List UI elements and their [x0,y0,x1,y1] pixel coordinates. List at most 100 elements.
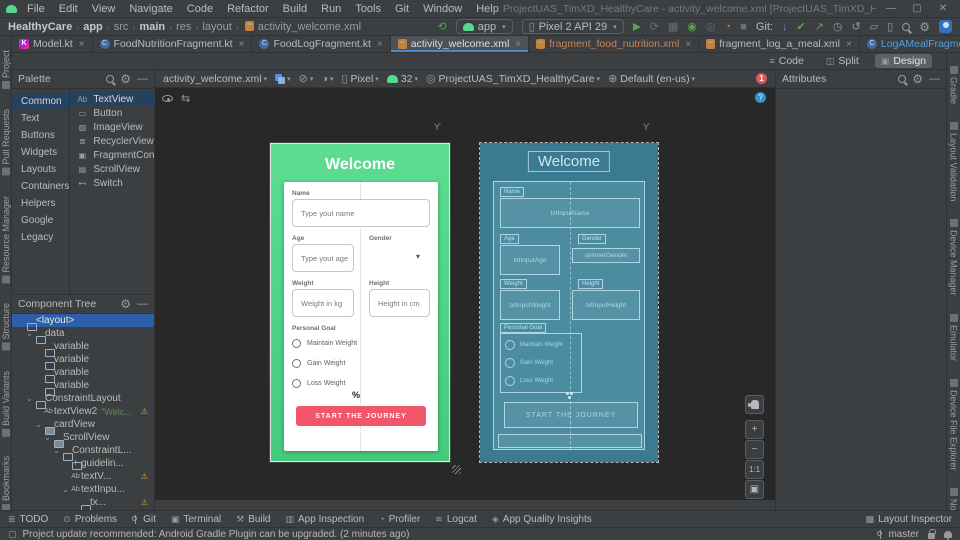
tool-tab-device-manager[interactable]: Device Manager [949,219,959,296]
goal-radio-blueprint-loss-weight[interactable]: Loss Weight [501,372,581,390]
tab-fragment-log-a-meal-xml[interactable]: fragment_log_a_meal.xml × [699,36,860,52]
device-for-preview-dropdown[interactable]: ▯ Pixel ▾ [342,70,379,88]
gear-icon[interactable]: ⚙ [120,73,131,85]
profile-avatar[interactable] [939,20,952,33]
hide-panel-icon[interactable]: — [929,73,940,85]
tool-window-build[interactable]: ⚒ Build [236,514,270,525]
gender-label[interactable]: Gender [369,235,392,242]
goal-radio-blueprint-gain-weight[interactable]: Gain Weight [501,354,581,372]
error-count-badge[interactable]: 1 [756,73,767,84]
radio-button-icon[interactable] [505,340,515,350]
expander-icon[interactable]: ⌄ [25,394,34,403]
blueprint-form-card[interactable]: Name txtInputName Age txtInputAge Gender… [493,181,645,450]
search-icon[interactable] [898,75,907,83]
notifications-bell-icon[interactable] [944,530,952,540]
hide-panel-icon[interactable]: — [137,73,148,85]
name-input-blueprint[interactable]: txtInputName [500,198,640,228]
design-file-dropdown[interactable]: activity_welcome.xml ▾ [163,73,267,85]
tree-node-textview2[interactable]: Ab textView2 "Welc... ⚠ [12,405,154,418]
palette-item-scrollview[interactable]: ▤ ScrollView [70,162,162,176]
close-icon[interactable]: × [685,39,691,50]
breadcrumb-item-src[interactable]: src [114,21,129,33]
night-mode-dropdown[interactable]: ◑ ▾ [321,70,333,88]
layout-inspector-tab[interactable]: ▩ Layout Inspector [866,514,952,525]
profiler-icon[interactable]: ◔ [725,18,732,36]
palette-item-textview[interactable]: Ab TextView [70,92,163,106]
progress-indicator-blueprint[interactable] [566,392,569,395]
tree-node-scrollview[interactable]: ⌄ ScrollView [12,431,154,448]
form-card[interactable]: Name Type yout name Age Type yout age Ge… [284,182,438,451]
height-input-blueprint[interactable]: txtInputHeight [572,290,640,320]
palette-category-buttons[interactable]: Buttons [12,127,69,144]
tool-window-app-inspection[interactable]: ▥ App Inspection [285,514,364,525]
radio-button-icon[interactable] [292,358,301,368]
orientation-dropdown[interactable]: ⊘ ▾ [299,70,314,88]
debug-icon[interactable]: ◉ [687,18,697,36]
gradle-sync-icon[interactable]: ⟲ [437,18,446,36]
tree-node-textv[interactable]: AbtextV... ⚠ [12,470,154,483]
status-message[interactable]: Project update recommended: Android Grad… [23,529,410,540]
goal-radio-loss-weight[interactable]: Loss Weight [292,373,357,393]
tool-tab-bookmarks[interactable]: Bookmarks [1,456,11,513]
breadcrumb-item-healthycare[interactable]: HealthyCare [8,21,72,33]
tree-node-cardview[interactable]: ⌄ cardView [12,418,154,435]
palette-item-switch[interactable]: ⊷ Switch [70,176,162,190]
gender-label-blueprint[interactable]: Gender [578,234,607,244]
weight-input-blueprint[interactable]: txtInputWeight [500,290,560,320]
settings-gear-icon[interactable]: ⚙ [919,21,930,33]
zoom-ratio-button[interactable]: 1:1 [745,460,764,479]
locale-dropdown[interactable]: ⊕ Default (en-us) ▾ [608,70,695,88]
menu-edit[interactable]: Edit [59,3,78,15]
pan-mode-icon[interactable]: ⇆ [181,90,190,108]
age-input-blueprint[interactable]: txtInputAge [500,245,560,275]
tool-window-problems[interactable]: ⊙ Problems [63,514,117,525]
progress-indicator[interactable]: % [352,390,360,400]
device-dropdown[interactable]: ▯ Pixel 2 API 29 ▾ [521,19,624,34]
run-button[interactable] [632,22,641,31]
welcome-title-text[interactable]: Welcome [271,156,449,174]
tab-foodlogfragment-kt[interactable]: C FoodLogFragment.kt × [252,36,391,52]
apply-code-changes-icon[interactable]: ▦ [668,18,678,36]
gender-spinner[interactable]: ▾ [416,252,420,261]
minimize-button[interactable]: — [880,3,902,14]
menu-build[interactable]: Build [283,3,307,15]
radio-button-icon[interactable] [292,338,301,348]
age-label-blueprint[interactable]: Age [500,234,519,244]
tool-tab-gradle[interactable]: Gradle [949,66,959,104]
surface-select-dropdown[interactable]: ▾ [275,73,291,84]
close-icon[interactable]: × [515,39,521,50]
close-icon[interactable]: × [846,39,852,50]
weight-input[interactable]: Weight in kg [292,289,354,317]
expander-icon[interactable]: ⌄ [61,485,70,494]
palette-category-legacy[interactable]: Legacy [12,229,69,246]
tool-window-todo[interactable]: ≣ TODO [8,514,48,525]
breadcrumb-item-app[interactable]: app [83,21,103,33]
tab-model-kt[interactable]: K Model.kt × [12,36,93,52]
api-version-dropdown[interactable]: 32 ▾ [386,73,418,85]
zoom-fit-button[interactable]: ▣ [745,480,764,499]
name-label[interactable]: Name [292,190,310,197]
tree-node-variable[interactable]: variable [12,353,154,370]
tool-tab-structure[interactable]: Structure [1,303,11,351]
welcome-title-blueprint[interactable]: Welcome [527,151,611,172]
tab-foodnutritionfragment-kt[interactable]: C FoodNutritionFragment.kt × [93,36,253,52]
mode-split[interactable]: ◫ Split [820,54,865,68]
breadcrumb-item-main[interactable]: main [139,21,165,33]
goal-radio-blueprint-maintain-weight[interactable]: Maintain Weight [501,336,581,354]
mode-design[interactable]: ▣ Design [874,54,932,68]
tree-node-tx[interactable]: tx... ⚠ [12,496,154,510]
tab-logamealfragment-kt[interactable]: CLogAMealFragment.kt× [860,36,960,52]
tool-window-terminal[interactable]: ▣ Terminal [171,514,221,525]
breadcrumb-item-layout[interactable]: layout [202,21,231,33]
rollback-icon[interactable]: ↺ [851,18,860,36]
personal-goal-label[interactable]: Personal Goal [292,325,336,332]
tool-tab-pull-requests[interactable]: Pull Requests [1,109,11,176]
bottom-container-blueprint[interactable] [498,434,642,448]
menu-run[interactable]: Run [321,3,341,15]
breadcrumb-item-res[interactable]: res [176,21,191,33]
close-icon[interactable]: × [377,39,383,50]
zoom-in-button[interactable]: + [745,420,764,439]
weight-label[interactable]: Weight [292,280,314,287]
mode-code[interactable]: ≡ Code [763,54,809,68]
tree-node-textinpu[interactable]: ⌄ Ab textInpu... [12,483,154,496]
